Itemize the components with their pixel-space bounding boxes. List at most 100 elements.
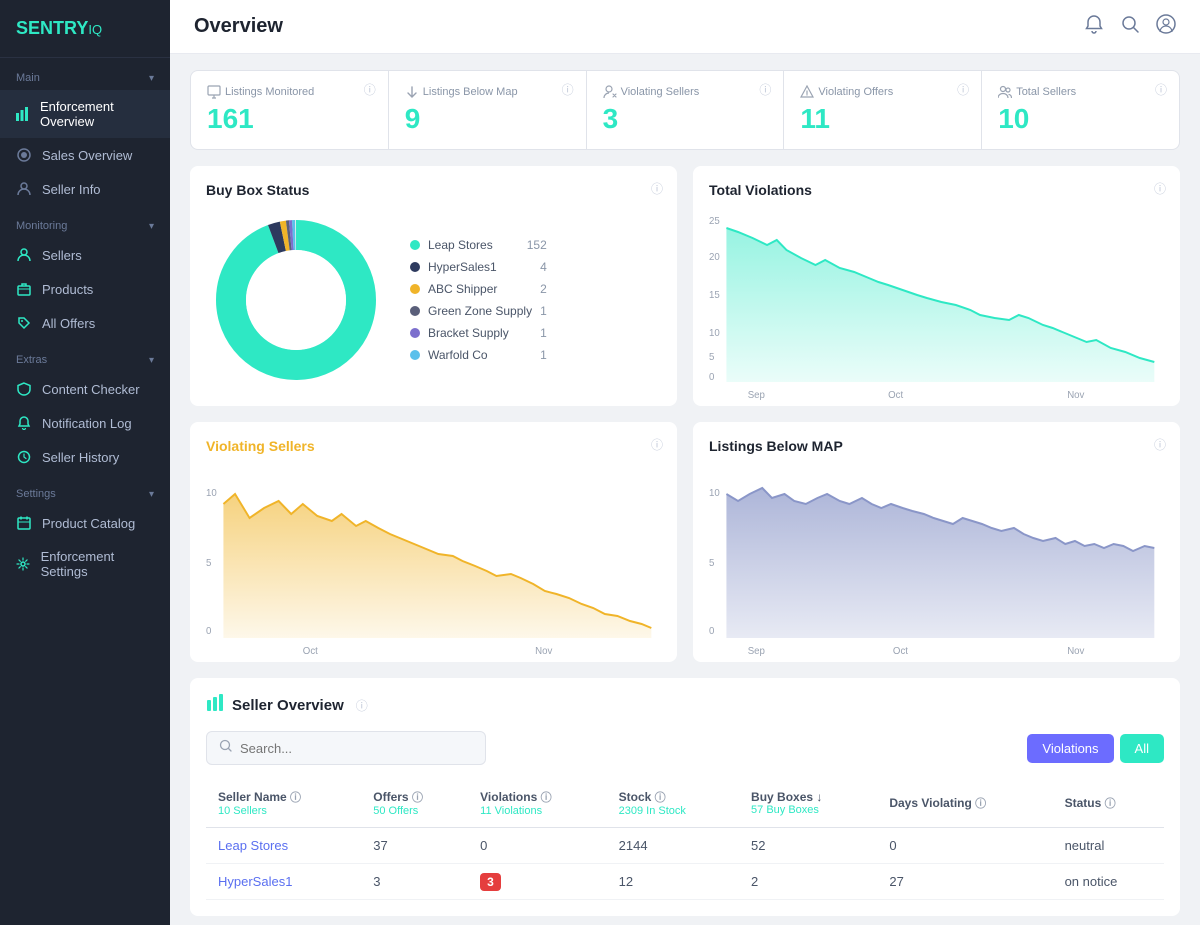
stat-listings-monitored: Listings Monitored 161 ⓘ	[191, 71, 388, 149]
all-filter-button[interactable]: All	[1120, 734, 1164, 763]
svg-text:Oct: Oct	[303, 646, 318, 657]
sidebar-item-label: Enforcement Overview	[40, 99, 154, 129]
sidebar-item-label: Content Checker	[42, 382, 140, 397]
notification-icon[interactable]	[1084, 14, 1104, 39]
table-row: HyperSales1 3 3 12 2 27 on notice	[206, 864, 1164, 900]
th-offers: Offers ⓘ 50 Offers	[361, 779, 468, 828]
page-title: Overview	[194, 15, 283, 38]
user-icon	[16, 181, 32, 197]
filter-buttons: Violations All	[1027, 734, 1164, 763]
info-icon: ⓘ	[957, 81, 969, 98]
table-row: Leap Stores 37 0 2144 52 0 neutral	[206, 828, 1164, 864]
seller-overview-header: Seller Overview ⓘ	[206, 694, 1164, 717]
buybox-legend: Leap Stores 152 HyperSales1 4 ABC Shippe…	[410, 238, 547, 362]
sidebar-item-content-checker[interactable]: Content Checker	[0, 372, 170, 406]
logo-text: SENTRY	[16, 18, 88, 38]
sidebar-section-monitoring: Monitoring ▾	[0, 206, 170, 238]
svg-text:Nov: Nov	[535, 646, 552, 657]
listings-below-map-chart: 10 5 0 Sep Oct Nov	[709, 466, 1164, 646]
sidebar-item-label: Products	[42, 282, 93, 297]
violations-filter-button[interactable]: Violations	[1027, 734, 1113, 763]
topbar-icons	[1084, 14, 1176, 39]
svg-text:Oct: Oct	[888, 390, 903, 400]
violating-sellers-chart: 10 5 0 Oct Nov	[206, 466, 661, 646]
legend-item-green: Green Zone Supply 1	[410, 304, 547, 318]
violations-info-icon: ⓘ	[1154, 180, 1166, 197]
buybox-chart-card: Buy Box Status ⓘ	[190, 166, 677, 406]
listings-below-map-chart-card: Listings Below MAP ⓘ 10 5 0 Sep Oct Nov	[693, 422, 1180, 662]
svg-text:20: 20	[709, 252, 720, 263]
violating-sellers-title: Violating Sellers	[206, 438, 661, 454]
stat-total-sellers: Total Sellers 10 ⓘ	[982, 71, 1179, 149]
th-buy-boxes: Buy Boxes ↓ 57 Buy Boxes	[739, 779, 877, 828]
sidebar-item-all-offers[interactable]: All Offers	[0, 306, 170, 340]
bell-icon	[16, 415, 32, 431]
stat-violating-offers: Violating Offers 11 ⓘ	[784, 71, 981, 149]
table-header: Seller Name ⓘ 10 Sellers Offers ⓘ 50 Off…	[206, 779, 1164, 828]
legend-item-hyper: HyperSales1 4	[410, 260, 547, 274]
svg-text:0: 0	[206, 626, 212, 637]
sidebar-item-seller-history[interactable]: Seller History	[0, 440, 170, 474]
sidebar-item-label: Sellers	[42, 248, 82, 263]
listings-below-map-title: Listings Below MAP	[709, 438, 1164, 454]
svg-text:Nov: Nov	[1067, 390, 1084, 400]
th-seller-name: Seller Name ⓘ 10 Sellers	[206, 779, 361, 828]
search-row: Violations All	[206, 731, 1164, 765]
search-input[interactable]	[240, 741, 473, 756]
cell-status: on notice	[1053, 864, 1164, 900]
cell-violations: 0	[468, 828, 606, 864]
info-icon: ⓘ	[364, 81, 376, 98]
legend-dot	[410, 306, 420, 316]
sidebar-item-label: Enforcement Settings	[41, 549, 154, 579]
sidebar-item-sales-overview[interactable]: Sales Overview	[0, 138, 170, 172]
search-icon[interactable]	[1120, 14, 1140, 39]
sidebar-item-products[interactable]: Products	[0, 272, 170, 306]
user-avatar-icon[interactable]	[1156, 14, 1176, 39]
cell-violations: 3	[468, 864, 606, 900]
total-violations-title: Total Violations	[709, 182, 1164, 198]
donut-area: Leap Stores 152 HyperSales1 4 ABC Shippe…	[206, 210, 661, 390]
sidebar-section-extras: Extras ▾	[0, 340, 170, 372]
sellers-svg: 10 5 0 Oct Nov	[206, 466, 661, 661]
th-stock: Stock ⓘ 2309 In Stock	[607, 779, 739, 828]
sidebar-item-enforcement-overview[interactable]: Enforcement Overview	[0, 90, 170, 138]
violating-sellers-info-icon: ⓘ	[651, 436, 663, 453]
svg-text:5: 5	[709, 558, 715, 569]
sidebar-item-notification-log[interactable]: Notification Log	[0, 406, 170, 440]
svg-text:5: 5	[206, 558, 212, 569]
sidebar-item-product-catalog[interactable]: Product Catalog	[0, 506, 170, 540]
sidebar-item-enforcement-settings[interactable]: Enforcement Settings	[0, 540, 170, 588]
svg-text:15: 15	[709, 290, 720, 301]
sidebar-item-label: Notification Log	[42, 416, 132, 431]
stats-row: Listings Monitored 161 ⓘ Listings Below …	[190, 70, 1180, 150]
th-status: Status ⓘ	[1053, 779, 1164, 828]
cell-buy-boxes: 52	[739, 828, 877, 864]
bar-chart-icon	[16, 106, 30, 122]
logo: SENTRYIQ	[0, 0, 170, 58]
legend-dot	[410, 350, 420, 360]
listings-map-info-icon: ⓘ	[1154, 436, 1166, 453]
legend-item-leap: Leap Stores 152	[410, 238, 547, 252]
map-svg: 10 5 0 Sep Oct Nov	[709, 466, 1164, 661]
cell-stock: 2144	[607, 828, 739, 864]
seller-table: Seller Name ⓘ 10 Sellers Offers ⓘ 50 Off…	[206, 779, 1164, 900]
total-violations-chart-card: Total Violations ⓘ 25 20 15 10 5 0 Sep O…	[693, 166, 1180, 406]
sidebar-item-seller-info[interactable]: Seller Info	[0, 172, 170, 206]
main-content: Overview Listings Monitored 161 ⓘ	[170, 0, 1200, 925]
svg-text:0: 0	[709, 372, 715, 383]
seller-overview-section: Seller Overview ⓘ Violations All	[190, 678, 1180, 916]
seller-overview-info-icon: ⓘ	[356, 697, 368, 714]
sidebar-item-sellers[interactable]: Sellers	[0, 238, 170, 272]
sidebar-section-settings: Settings ▾	[0, 474, 170, 506]
legend-dot	[410, 262, 420, 272]
buybox-title: Buy Box Status	[206, 182, 661, 198]
info-icon: ⓘ	[1155, 81, 1167, 98]
buybox-info-icon: ⓘ	[651, 180, 663, 197]
cell-days-violating: 0	[877, 828, 1052, 864]
svg-text:Oct: Oct	[893, 646, 908, 657]
table-body: Leap Stores 37 0 2144 52 0 neutral Hyper…	[206, 828, 1164, 900]
svg-text:Nov: Nov	[1067, 646, 1084, 657]
cell-seller-name: HyperSales1	[206, 864, 361, 900]
alert-icon	[800, 85, 814, 99]
sidebar-item-label: All Offers	[42, 316, 95, 331]
